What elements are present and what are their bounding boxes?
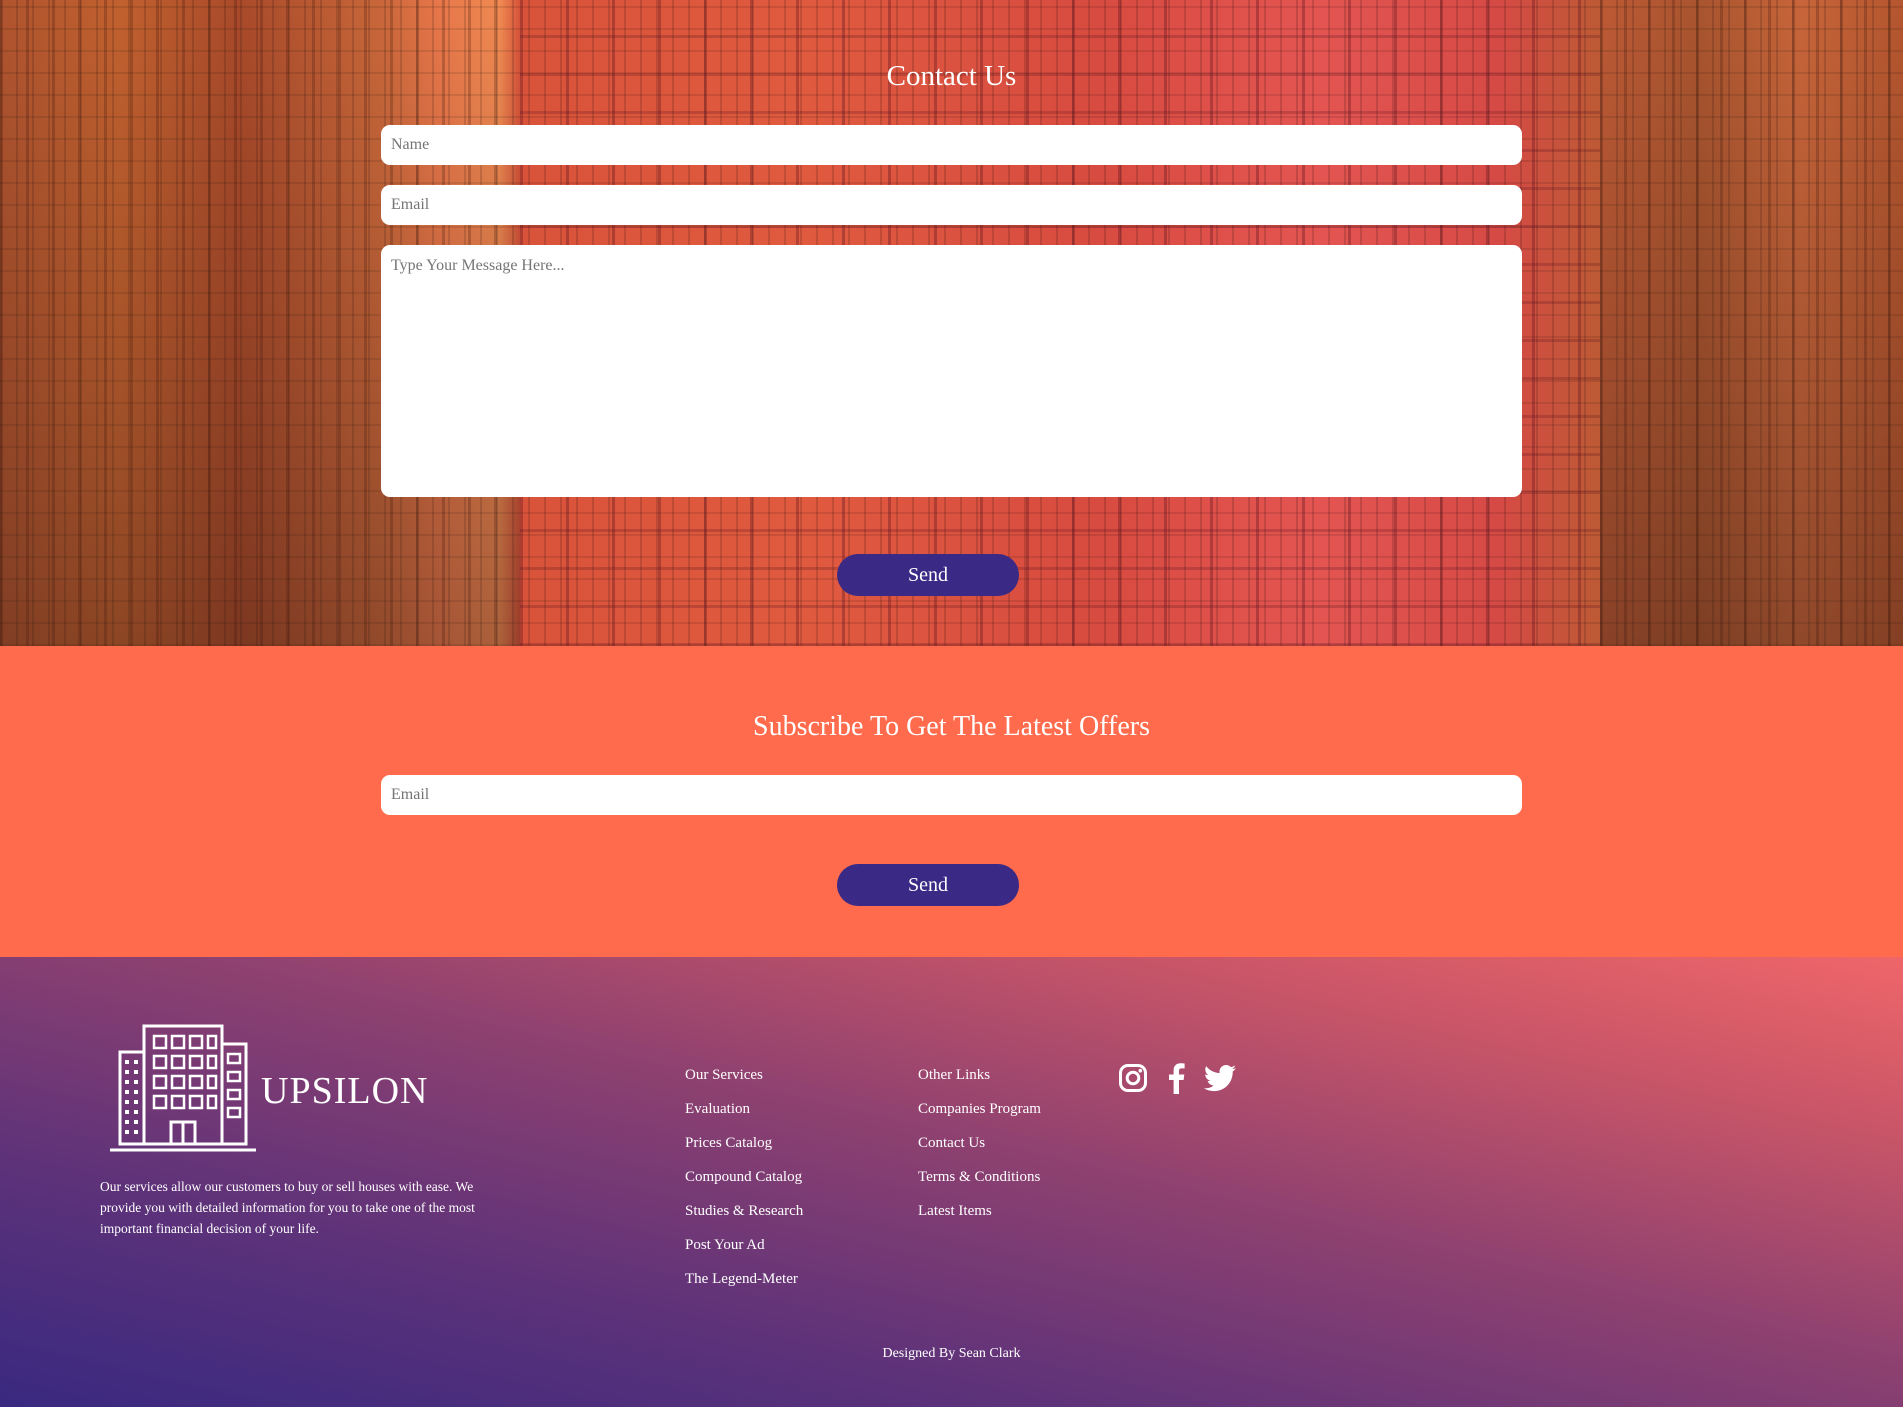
name-input[interactable] [381,125,1522,165]
contact-title: Contact Us [886,60,1017,92]
footer-link[interactable]: Compound Catalog [685,1160,803,1194]
right-building [1600,0,1903,646]
subscribe-send-button[interactable]: Send [837,864,1019,906]
footer-link[interactable]: Our Services [685,1058,803,1092]
subscribe-section: Subscribe To Get The Latest Offers Send [0,646,1903,957]
social-links [1118,1062,1236,1094]
subscribe-title: Subscribe To Get The Latest Offers [753,711,1150,742]
email-input[interactable] [381,185,1522,225]
footer-link[interactable]: Terms & Conditions [918,1160,1041,1194]
footer-link[interactable]: Evaluation [685,1092,803,1126]
message-textarea[interactable] [381,245,1522,497]
instagram-icon[interactable] [1118,1063,1148,1093]
designer-credit: Designed By Sean Clark [882,1346,1021,1361]
footer-link[interactable]: Post Your Ad [685,1228,803,1262]
footer-link[interactable]: Contact Us [918,1126,1041,1160]
footer-links-primary: Our Services Evaluation Prices Catalog C… [685,1058,803,1296]
footer: UPSILON Our services allow our customers… [0,957,1903,1407]
subscribe-email-input[interactable] [381,775,1522,815]
footer-links-secondary: Other Links Companies Program Contact Us… [918,1058,1041,1228]
footer-link[interactable]: Latest Items [918,1194,1041,1228]
footer-link[interactable]: Companies Program [918,1092,1041,1126]
footer-link[interactable]: Other Links [918,1058,1041,1092]
contact-send-button[interactable]: Send [837,554,1019,596]
building-logo-icon [110,1024,256,1152]
twitter-icon[interactable] [1204,1064,1236,1092]
footer-link[interactable]: The Legend-Meter [685,1262,803,1296]
facebook-icon[interactable] [1166,1062,1186,1094]
footer-link[interactable]: Prices Catalog [685,1126,803,1160]
brand-name: UPSILON [261,1070,429,1112]
about-text: Our services allow our customers to buy … [100,1179,475,1236]
contact-section: Contact Us Send [0,0,1903,646]
footer-link[interactable]: Studies & Research [685,1194,803,1228]
